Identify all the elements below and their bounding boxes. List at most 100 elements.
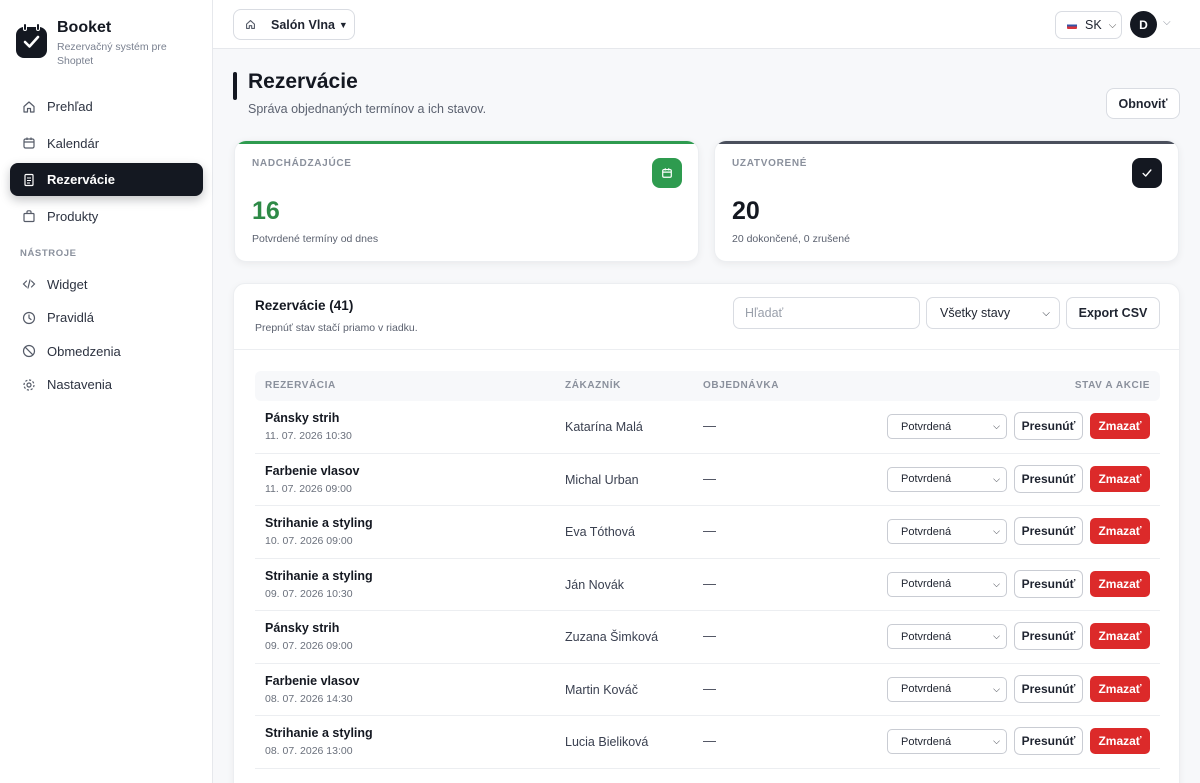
delete-button[interactable]: Zmazať <box>1090 728 1150 754</box>
title-accent <box>233 72 237 100</box>
column-header-customer: ZÁKAZNÍK <box>565 380 621 391</box>
sidebar-item-widget[interactable]: Widget <box>10 268 203 301</box>
reservation-service: Pánsky strih <box>265 621 340 635</box>
status-select[interactable]: Potvrdená ⌵ <box>887 624 1007 649</box>
refresh-button[interactable]: Obnoviť <box>1106 88 1180 119</box>
customer-name: Lucia Bieliková <box>565 735 649 749</box>
stat-card-closed: UZATVORENÉ 20 20 dokončené, 0 zrušené <box>714 140 1179 262</box>
order-value: — <box>703 628 716 643</box>
customer-name: Michal Urban <box>565 472 639 487</box>
sidebar-item-label: Widget <box>47 276 88 292</box>
chevron-down-icon: ▼ <box>338 19 348 30</box>
ban-icon <box>22 344 36 358</box>
reservation-service: Farbenie vlasov <box>265 673 360 688</box>
customer-name: Zuzana Šimková <box>565 630 659 644</box>
document-icon <box>22 173 36 187</box>
logo-icon <box>16 23 47 58</box>
reservation-datetime: 09. 07. 2026 10:30 <box>265 587 353 600</box>
salon-selector[interactable]: Salón Vlna ▼ <box>233 9 355 40</box>
order-value: — <box>703 418 716 433</box>
sidebar-item-pravidla[interactable]: Pravidlá <box>10 301 203 334</box>
app-subtitle: Rezervačný systém pre Shoptet <box>57 41 167 67</box>
gear-icon <box>22 378 36 392</box>
delete-button[interactable]: Zmazať <box>1090 518 1150 544</box>
move-button[interactable]: Presunúť <box>1014 464 1083 493</box>
chevron-down-icon: ⌵ <box>993 736 1000 746</box>
delete-button[interactable]: Zmazať <box>1090 465 1150 492</box>
delete-button[interactable]: Zmazať <box>1090 675 1150 702</box>
move-button[interactable]: Presunúť <box>1014 727 1083 755</box>
move-button[interactable]: Presunúť <box>1014 674 1083 703</box>
stat-value: 20 <box>732 197 760 225</box>
table-row: Strihanie a styling 08. 07. 2026 13:00 L… <box>255 716 1160 769</box>
table-body: Pánsky strih 11. 07. 2026 10:30 Katarína… <box>255 401 1160 769</box>
move-button[interactable]: Presunúť <box>1014 622 1083 650</box>
move-button[interactable]: Presunúť <box>1014 412 1083 440</box>
status-value: Potvrdená <box>901 630 952 643</box>
stat-description: Potvrdené termíny od dnes <box>252 233 379 245</box>
table-row: Pánsky strih 09. 07. 2026 09:00 Zuzana Š… <box>255 611 1160 664</box>
status-select[interactable]: Potvrdená ⌵ <box>887 519 1007 544</box>
delete-button[interactable]: Zmazať <box>1090 413 1150 439</box>
chevron-down-icon: ⌵ <box>993 578 1000 589</box>
chevron-down-icon[interactable]: ⌵ <box>1163 17 1171 28</box>
status-select[interactable]: Potvrdená ⌵ <box>887 571 1007 597</box>
language-selector[interactable]: SK ⌵ <box>1055 11 1122 39</box>
order-value: — <box>703 523 716 538</box>
page-title: Rezervácie <box>248 70 358 93</box>
slovak-flag-icon <box>1067 21 1077 29</box>
delete-button[interactable]: Zmazať <box>1090 570 1150 597</box>
stat-accent-line <box>235 141 698 144</box>
reservation-service: Strihanie a styling <box>265 726 373 740</box>
chevron-down-icon: ⌵ <box>993 631 1000 641</box>
column-header-order: OBJEDNÁVKA <box>703 380 780 391</box>
sidebar-item-nastavenia[interactable]: Nastavenia <box>10 368 203 401</box>
reservation-service: Strihanie a styling <box>265 516 373 530</box>
avatar[interactable]: D <box>1130 11 1157 38</box>
reservations-card: Rezervácie (41) Prepnúť stav stačí priam… <box>233 283 1180 783</box>
home-icon <box>22 100 36 114</box>
table-subtitle: Prepnúť stav stačí priamo v riadku. <box>255 322 418 334</box>
bag-icon <box>22 209 36 223</box>
brand[interactable]: Booket Rezervačný systém pre Shoptet <box>16 20 177 68</box>
topbar: Salón Vlna ▼ SK ⌵ D ⌵ <box>213 0 1200 49</box>
reservation-service: Farbenie vlasov <box>265 463 360 478</box>
sidebar-item-produkty[interactable]: Produkty <box>10 200 203 233</box>
customer-name: Eva Tóthová <box>565 525 635 539</box>
status-filter-select[interactable]: Všetky stavy ⌵ <box>926 297 1060 329</box>
reservation-datetime: 08. 07. 2026 13:00 <box>265 745 353 757</box>
sidebar-item-label: Nastavenia <box>47 377 113 392</box>
order-value: — <box>703 575 716 591</box>
sidebar-item-obmedzenia[interactable]: Obmedzenia <box>10 335 203 368</box>
move-button[interactable]: Presunúť <box>1014 569 1083 598</box>
status-select[interactable]: Potvrdená ⌵ <box>887 676 1007 702</box>
status-value: Potvrdená <box>901 578 952 590</box>
stat-accent-line <box>715 141 1178 144</box>
sidebar-section-label: NÁSTROJE <box>20 247 77 259</box>
reservation-service: Pánsky strih <box>265 411 340 425</box>
sidebar-item-label: Kalendár <box>47 135 100 151</box>
sidebar: Booket Rezervačný systém pre Shoptet Pre… <box>0 0 213 783</box>
column-header-actions: STAV A AKCIE <box>1074 380 1150 391</box>
chevron-down-icon: ⌵ <box>1108 19 1117 31</box>
sidebar-item-label: Rezervácie <box>47 172 115 187</box>
divider <box>234 349 1179 350</box>
stat-description: 20 dokončené, 0 zrušené <box>732 233 850 245</box>
table-row: Strihanie a styling 09. 07. 2026 10:30 J… <box>255 559 1160 611</box>
app-name: Booket <box>57 19 112 36</box>
sidebar-item-kalendar[interactable]: Kalendár <box>10 127 203 160</box>
order-value: — <box>703 680 716 696</box>
export-csv-button[interactable]: Export CSV <box>1066 297 1160 329</box>
search-input[interactable] <box>733 297 920 329</box>
chevron-down-icon: ⌵ <box>993 421 1000 431</box>
status-select[interactable]: Potvrdená ⌵ <box>887 466 1007 492</box>
status-value: Potvrdená <box>901 683 952 695</box>
status-filter-value: Všetky stavy <box>940 306 1011 320</box>
sidebar-item-rezervacie[interactable]: Rezervácie <box>10 163 203 196</box>
status-select[interactable]: Potvrdená ⌵ <box>887 729 1007 754</box>
move-button[interactable]: Presunúť <box>1014 517 1083 545</box>
sidebar-item-prehlad[interactable]: Prehľad <box>10 90 203 123</box>
status-select[interactable]: Potvrdená ⌵ <box>887 414 1007 439</box>
sidebar-item-label: Prehľad <box>47 99 93 114</box>
delete-button[interactable]: Zmazať <box>1090 623 1150 649</box>
